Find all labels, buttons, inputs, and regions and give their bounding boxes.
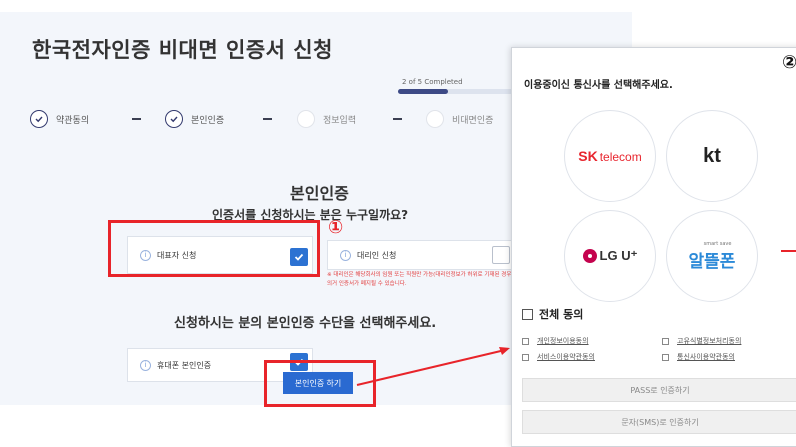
step-separator bbox=[132, 118, 141, 120]
option-label: 휴대폰 본인인증 bbox=[157, 360, 212, 370]
lg-uplus-logo: LG U⁺ bbox=[582, 248, 637, 264]
checkbox-square-icon bbox=[522, 308, 533, 320]
term-service[interactable]: 서비스이용약관동의 bbox=[522, 352, 595, 362]
section-heading: 본인인증 bbox=[290, 184, 349, 203]
marker-two: ② bbox=[782, 52, 796, 73]
step-label: 약관동의 bbox=[56, 115, 90, 126]
carrier-altteul[interactable]: smart save 알뜰폰 bbox=[666, 210, 758, 302]
info-icon: i bbox=[140, 359, 151, 371]
carrier-popup: ② 이용중이신 통신사를 선택해주세요. SK telecom kt LG U⁺… bbox=[511, 47, 796, 447]
cutoff-red-mark bbox=[781, 250, 796, 252]
all-agree-label: 전체 동의 bbox=[539, 308, 584, 321]
step-info: 정보입력 bbox=[297, 110, 356, 128]
popup-title: 이용중이신 통신사를 선택해주세요. bbox=[524, 80, 673, 91]
marker-one: ① bbox=[328, 217, 344, 238]
check-circle-icon bbox=[30, 110, 48, 128]
step-separator bbox=[393, 118, 402, 120]
term-label[interactable]: 서비스이용약관동의 bbox=[537, 352, 595, 362]
step-remote: 비대면인증 bbox=[426, 110, 493, 128]
checkbox-square-icon bbox=[662, 337, 669, 345]
agent-notice: ※ 대리인은 해당회사의 임원 또는 직원만 가능(대리인정보가 허위로 기재된… bbox=[327, 272, 529, 287]
step-label: 본인인증 bbox=[191, 115, 225, 126]
term-unique-id[interactable]: 고유식별정보처리동의 bbox=[662, 336, 741, 346]
checkbox-square-icon bbox=[522, 353, 529, 361]
highlight-box-option bbox=[108, 220, 320, 277]
term-label[interactable]: 고유식별정보처리동의 bbox=[677, 336, 741, 346]
carrier-sk-telecom[interactable]: SK telecom bbox=[564, 110, 656, 202]
checkbox-square-icon bbox=[662, 353, 669, 361]
term-label[interactable]: 통신사이용약관동의 bbox=[677, 352, 735, 362]
progress-text: 2 of 5 Completed bbox=[402, 78, 463, 86]
option-label: 대리인 신청 bbox=[357, 250, 397, 260]
lg-circle-icon bbox=[582, 249, 597, 263]
step-identity: 본인인증 bbox=[165, 110, 224, 128]
step-terms: 약관동의 bbox=[30, 110, 89, 128]
term-carrier[interactable]: 통신사이용약관동의 bbox=[662, 352, 735, 362]
progress-bar bbox=[398, 89, 523, 94]
check-circle-icon bbox=[165, 110, 183, 128]
arrow-icon bbox=[356, 347, 510, 386]
carrier-lg-uplus[interactable]: LG U⁺ bbox=[564, 210, 656, 302]
step-label: 비대면인증 bbox=[452, 115, 494, 126]
empty-circle-icon bbox=[297, 110, 315, 128]
pass-auth-button[interactable]: PASS로 인증하기 bbox=[522, 378, 796, 402]
carrier-kt[interactable]: kt bbox=[666, 110, 758, 202]
sk-telecom-logo: SK telecom bbox=[578, 148, 642, 164]
all-agree-checkbox[interactable]: 전체 동의 bbox=[522, 306, 583, 322]
checkbox-square-icon bbox=[522, 337, 529, 345]
term-privacy[interactable]: 개인정보이용동의 bbox=[522, 336, 589, 346]
option-agent[interactable]: i 대리인 신청 bbox=[327, 240, 519, 270]
info-icon: i bbox=[340, 249, 351, 261]
empty-circle-icon bbox=[426, 110, 444, 128]
step-label: 정보입력 bbox=[323, 115, 357, 126]
method-heading: 신청하시는 분의 본인인증 수단을 선택해주세요. bbox=[174, 316, 437, 331]
kt-logo: kt bbox=[703, 144, 721, 167]
altteul-logo: smart save 알뜰폰 bbox=[688, 240, 736, 272]
term-label[interactable]: 개인정보이용동의 bbox=[537, 336, 589, 346]
step-separator bbox=[263, 118, 272, 120]
progress-bar-fill bbox=[398, 89, 448, 94]
page-title: 한국전자인증 비대면 인증서 신청 bbox=[32, 38, 333, 62]
agent-checkbox[interactable] bbox=[492, 246, 510, 264]
sms-auth-button[interactable]: 문자(SMS)로 인증하기 bbox=[522, 410, 796, 434]
